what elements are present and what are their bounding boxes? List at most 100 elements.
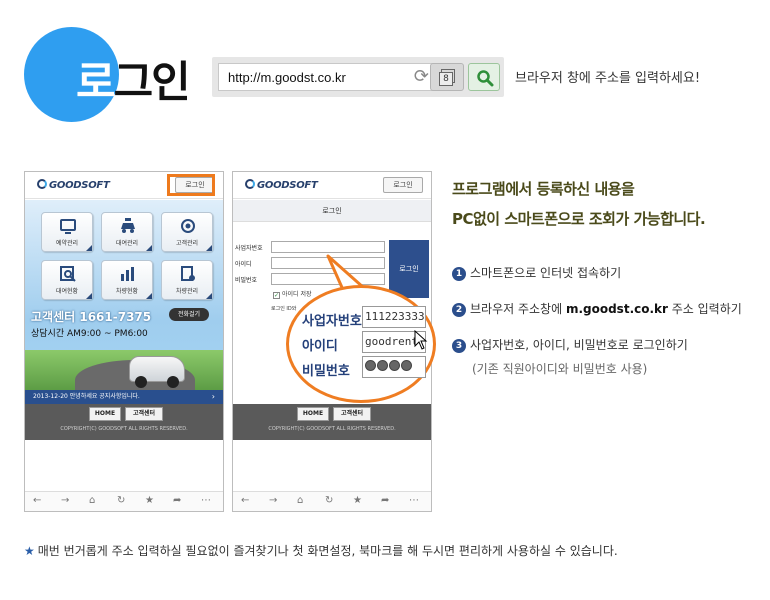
back-icon[interactable]: ← bbox=[33, 495, 41, 506]
tabs-button[interactable]: 8 bbox=[430, 63, 464, 91]
tabs-count: 8 bbox=[439, 72, 453, 86]
call-center-number: 고객센터 1661-7375 bbox=[31, 310, 152, 324]
logo-icon bbox=[37, 179, 47, 189]
refresh-icon[interactable]: ↻ bbox=[325, 495, 333, 506]
goodsoft-logo: GOODSOFT bbox=[245, 179, 318, 191]
step-2: 2 브라우저 주소창에 m.goodst.co.kr 주소 입력하기 bbox=[452, 300, 742, 317]
login-header: 로그인 bbox=[233, 200, 431, 222]
phone-footer: HOME 고객센터 COPYRIGHT(C) GOODSOFT ALL RIGH… bbox=[233, 404, 431, 440]
corner-mark bbox=[206, 293, 212, 299]
menu-vehicle-manage[interactable]: 차량관리 bbox=[161, 260, 213, 300]
biz-number-field[interactable] bbox=[271, 241, 385, 253]
browser-address-bar: http://m.goodst.co.kr ⟳ 8 bbox=[212, 57, 504, 97]
phone-footer: HOME 고객센터 COPYRIGHT(C) GOODSOFT ALL RIGH… bbox=[25, 404, 223, 440]
copyright: COPYRIGHT(C) GOODSOFT ALL RIGHTS RESERVE… bbox=[268, 426, 396, 432]
menu-customer[interactable]: 고객관리 bbox=[161, 212, 213, 252]
menu-rental-status[interactable]: 대여현황 bbox=[41, 260, 93, 300]
menu-label: 대여관리 bbox=[115, 240, 139, 247]
monitor-icon bbox=[60, 219, 76, 234]
forward-icon[interactable]: → bbox=[269, 495, 277, 506]
home-icon[interactable]: ⌂ bbox=[297, 495, 303, 506]
phone-top-bar: GOODSOFT 로그인 bbox=[233, 172, 431, 199]
share-icon[interactable]: ➦ bbox=[381, 495, 389, 506]
url-input[interactable]: http://m.goodst.co.kr ⟳ bbox=[218, 63, 434, 91]
chevron-right-icon[interactable]: › bbox=[212, 390, 215, 404]
magnifier-icon bbox=[60, 266, 76, 282]
home-button[interactable]: HOME bbox=[89, 407, 121, 421]
zoom-biz-input: 111223333 bbox=[362, 306, 426, 328]
title-rest: 그인 bbox=[113, 58, 191, 108]
zoom-biz-label: 사업자번호 bbox=[302, 314, 362, 329]
step-note: (기존 직원아이디와 비밀번호 사용) bbox=[472, 362, 648, 376]
page-title: 로그인 bbox=[76, 48, 191, 110]
logo-icon bbox=[245, 179, 255, 189]
menu-rental[interactable]: 대여관리 bbox=[101, 212, 153, 252]
bookmark-star-icon[interactable]: ★ bbox=[353, 495, 362, 506]
mouse-cursor-icon bbox=[414, 330, 428, 350]
copyright: COPYRIGHT(C) GOODSOFT ALL RIGHTS RESERVE… bbox=[60, 426, 188, 432]
intro-line-2: PC없이 스마트폰으로 조회가 가능합니다. bbox=[452, 210, 706, 228]
step-text: 주소 입력하기 bbox=[667, 302, 742, 316]
goodsoft-logo: GOODSOFT bbox=[37, 179, 110, 191]
logo-text: GOODSOFT bbox=[257, 180, 318, 191]
id-hint: 로그인 ID와 bbox=[271, 306, 297, 312]
id-label: 아이디 bbox=[235, 261, 252, 268]
menu-label: 대여현황 bbox=[55, 288, 79, 295]
home-icon[interactable]: ⌂ bbox=[89, 495, 95, 506]
customer-center-button[interactable]: 고객센터 bbox=[125, 407, 163, 421]
corner-mark bbox=[146, 245, 152, 251]
zoom-pw-label: 비밀번호 bbox=[302, 364, 350, 379]
share-icon[interactable]: ➦ bbox=[173, 495, 181, 506]
phone-main-screen: GOODSOFT 로그인 예약관리 대여관리 고객관리 대여현황 차량현황 차량… bbox=[24, 171, 224, 512]
save-id-label: 아이디 저장 bbox=[282, 291, 312, 298]
address-hint: 브라우저 창에 주소를 입력하세요! bbox=[515, 71, 701, 86]
bookmark-star-icon[interactable]: ★ bbox=[145, 495, 154, 506]
login-chip-button[interactable]: 로그인 bbox=[383, 177, 423, 193]
menu-label: 예약관리 bbox=[55, 240, 79, 247]
step-number: 1 bbox=[452, 267, 466, 281]
save-id-checkbox[interactable]: ✓ 아이디 저장 bbox=[273, 289, 312, 299]
home-button[interactable]: HOME bbox=[297, 407, 329, 421]
search-icon bbox=[477, 70, 494, 87]
customer-center-button[interactable]: 고객센터 bbox=[333, 407, 371, 421]
notice-bar[interactable]: 2013-12-20 안녕하세요 공지사항입니다. › bbox=[25, 390, 223, 404]
step-1: 1 스마트폰으로 인터넷 접속하기 bbox=[452, 264, 621, 281]
menu-label: 차량현황 bbox=[115, 288, 139, 295]
consult-hours: 상담시간 AM9:00 ~ PM6:00 bbox=[31, 329, 148, 339]
step-number: 3 bbox=[452, 339, 466, 353]
bar-chart-icon bbox=[121, 267, 134, 281]
corner-mark bbox=[146, 293, 152, 299]
back-icon[interactable]: ← bbox=[241, 495, 249, 506]
call-button[interactable]: 전화걸기 bbox=[169, 308, 209, 321]
car-wheel bbox=[135, 376, 147, 388]
menu-reservation[interactable]: 예약관리 bbox=[41, 212, 93, 252]
intro-line-1: 프로그램에서 등록하신 내용을 bbox=[452, 180, 635, 198]
more-icon[interactable]: ⋯ bbox=[201, 495, 211, 506]
login-submit-button[interactable]: 로그인 bbox=[389, 240, 429, 298]
forward-icon[interactable]: → bbox=[61, 495, 69, 506]
step-text: 사업자번호, 아이디, 비밀번호로 로그인하기 bbox=[470, 338, 688, 352]
menu-label: 고객관리 bbox=[175, 240, 199, 247]
step-url: m.goodst.co.kr bbox=[565, 302, 668, 316]
checkmark-icon: ✓ bbox=[273, 292, 280, 299]
login-highlight-box bbox=[167, 174, 215, 196]
refresh-icon[interactable]: ↻ bbox=[117, 495, 125, 506]
reload-icon[interactable]: ⟳ bbox=[414, 66, 429, 87]
car-wheel bbox=[167, 376, 179, 388]
more-icon[interactable]: ⋯ bbox=[409, 495, 419, 506]
logo-text: GOODSOFT bbox=[49, 180, 110, 191]
step-text: 브라우저 주소창에 bbox=[470, 302, 566, 316]
biz-number-label: 사업자번호 bbox=[235, 245, 263, 252]
step-3: 3 사업자번호, 아이디, 비밀번호로 로그인하기 bbox=[452, 336, 688, 353]
phone-main-body: 예약관리 대여관리 고객관리 대여현황 차량현황 차량관리 고객센터 1661-… bbox=[25, 200, 223, 402]
menu-label: 차량관리 bbox=[175, 288, 199, 295]
star-icon: ★ bbox=[24, 544, 35, 558]
corner-mark bbox=[86, 245, 92, 251]
menu-vehicle-status[interactable]: 차량현황 bbox=[101, 260, 153, 300]
search-button[interactable] bbox=[468, 63, 500, 91]
bottom-note: ★ 매번 번거롭게 주소 입력하실 필요없이 즐겨찾기나 첫 화면설정, 북마크를… bbox=[24, 542, 618, 559]
zoom-pw-input bbox=[362, 356, 426, 378]
browser-nav-bar: ← → ⌂ ↻ ★ ➦ ⋯ bbox=[233, 491, 431, 511]
title-first-char: 로 bbox=[76, 58, 116, 108]
password-label: 비밀번호 bbox=[235, 277, 258, 284]
